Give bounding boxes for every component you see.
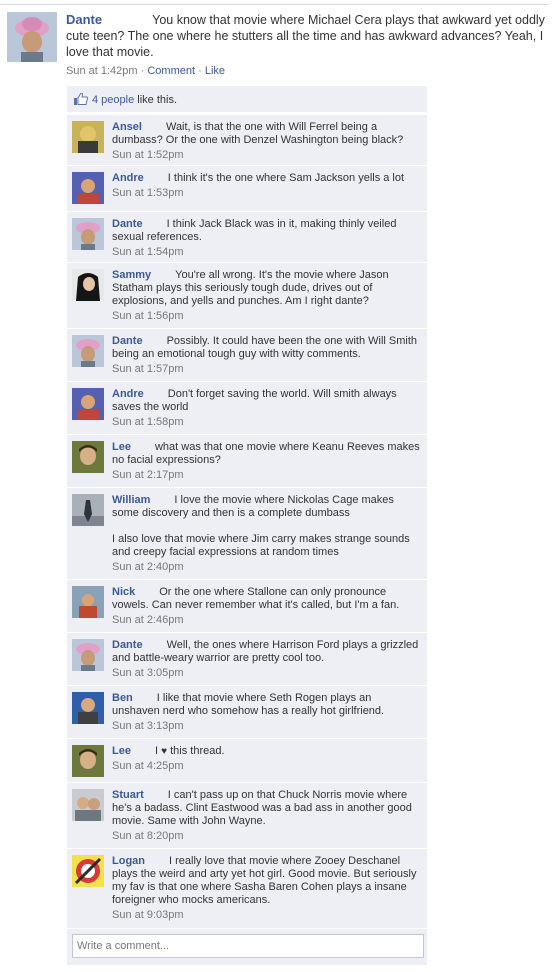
- comment-time: Sun at 3:05pm: [112, 667, 184, 679]
- comment-author-link[interactable]: Lee: [112, 745, 131, 757]
- avatar[interactable]: [72, 639, 104, 671]
- comment-item: Andre Don't forget saving the world. Will…: [67, 382, 427, 435]
- comment-item: Stuart I can't pass up on that Chuck Norr…: [67, 783, 427, 849]
- like-link[interactable]: Like: [205, 65, 225, 77]
- comment-time: Sun at 1:53pm: [112, 187, 184, 199]
- comment-time: Sun at 1:56pm: [112, 310, 184, 322]
- avatar[interactable]: [72, 121, 104, 153]
- comment-text: I: [154, 745, 159, 757]
- comment-text: I think it's the one where Sam Jackson y…: [167, 172, 405, 184]
- comment-text: You're all wrong. It's the movie where J…: [112, 269, 389, 307]
- likes-bar: 4 people like this.: [67, 86, 427, 113]
- comment-link[interactable]: Comment: [147, 65, 195, 77]
- comment-item: Sammy You're all wrong. It's the movie wh…: [67, 263, 427, 329]
- comment-item: Dante Well, the ones where Harrison Ford …: [67, 633, 427, 686]
- comment-time: Sun at 2:46pm: [112, 614, 184, 626]
- post-author-link[interactable]: Dante: [66, 12, 102, 27]
- thumbs-up-icon: [74, 93, 88, 105]
- comment-time: Sun at 1:58pm: [112, 416, 184, 428]
- avatar[interactable]: [72, 269, 104, 301]
- comment-text: I can't pass up on that Chuck Norris mov…: [112, 789, 412, 827]
- comment-item: Ben I like that movie where Seth Rogen pl…: [67, 686, 427, 739]
- comment-time: Sun at 1:57pm: [112, 363, 184, 375]
- comment-time: Sun at 2:17pm: [112, 469, 184, 481]
- comment-text: I like that movie where Seth Rogen plays…: [112, 692, 385, 717]
- reply-box: Write a comment...: [67, 929, 427, 965]
- comment-author-link[interactable]: Logan: [112, 855, 145, 867]
- comment-text-paragraph: I also love that movie where Jim carry m…: [112, 533, 410, 558]
- comment-author-link[interactable]: Dante: [112, 335, 143, 347]
- comment-time: Sun at 4:25pm: [112, 760, 184, 772]
- comment-time: Sun at 1:52pm: [112, 149, 184, 161]
- post-meta: Sun at 1:42pm · Comment · Like: [66, 65, 226, 77]
- avatar[interactable]: [72, 586, 104, 618]
- avatar[interactable]: [72, 692, 104, 724]
- comment-item: William I love the movie where Nickolas C…: [67, 488, 427, 580]
- comment-text: Well, the ones where Harrison Ford plays…: [112, 639, 419, 664]
- comment-time: Sun at 2:40pm: [112, 561, 184, 573]
- comment-time: Sun at 3:13pm: [112, 720, 184, 732]
- comment-time: Sun at 1:54pm: [112, 246, 184, 258]
- comment-text: Possibly. It could have been the one wit…: [112, 335, 418, 360]
- comment-item: Dante I think Jack Black was in it, makin…: [67, 212, 427, 263]
- comment-text: Wait, is that the one with Will Ferrel b…: [112, 121, 404, 146]
- post-time[interactable]: Sun at 1:42pm: [66, 65, 138, 77]
- comment-text: this thread.: [170, 745, 225, 757]
- comment-author-link[interactable]: Dante: [112, 639, 143, 651]
- comment-author-link[interactable]: Lee: [112, 441, 131, 453]
- comment-item: Nick Or the one where Stallone can only p…: [67, 580, 427, 633]
- comment-item: Lee what was that one movie where Keanu R…: [67, 435, 427, 488]
- comment-text: I really love that movie where Zooey Des…: [112, 855, 417, 906]
- likers-link[interactable]: 4 people: [92, 94, 134, 106]
- comment-author-link[interactable]: Stuart: [112, 789, 144, 801]
- comment-text: what was that one movie where Keanu Reev…: [112, 441, 420, 466]
- avatar[interactable]: [72, 441, 104, 473]
- avatar[interactable]: [72, 789, 104, 821]
- comment-item: Andre I think it's the one where Sam Jack…: [67, 166, 427, 212]
- comment-author-link[interactable]: Andre: [112, 388, 144, 400]
- comment-text: I love the movie where Nickolas Cage mak…: [112, 494, 394, 519]
- avatar[interactable]: [7, 12, 57, 62]
- comment-time: Sun at 8:20pm: [112, 830, 184, 842]
- comment-author-link[interactable]: Dante: [112, 218, 143, 230]
- comment-author-link[interactable]: Nick: [112, 586, 135, 598]
- likes-suffix: like this.: [137, 94, 178, 106]
- comment-item: Ansel Wait, is that the one with Will Fer…: [67, 115, 427, 166]
- comment-item: Logan I really love that movie where Zooe…: [67, 849, 427, 929]
- comment-item: Lee I ♥ this thread. Sun at 4:25pm: [67, 739, 427, 783]
- post-text: You know that movie where Michael Cera p…: [66, 13, 545, 59]
- avatar[interactable]: [72, 388, 104, 420]
- comment-author-link[interactable]: Ben: [112, 692, 133, 704]
- avatar[interactable]: [72, 494, 104, 526]
- avatar[interactable]: [72, 855, 104, 887]
- comment-text: Or the one where Stallone can only prono…: [112, 586, 400, 611]
- comment-author-link[interactable]: William: [112, 494, 150, 506]
- avatar[interactable]: [72, 218, 104, 250]
- avatar[interactable]: [72, 335, 104, 367]
- comment-time: Sun at 9:03pm: [112, 909, 184, 921]
- top-divider: [0, 4, 549, 5]
- avatar[interactable]: [72, 745, 104, 777]
- comment-item: Dante Possibly. It could have been the on…: [67, 329, 427, 382]
- comment-author-link[interactable]: Sammy: [112, 269, 151, 281]
- comment-author-link[interactable]: Ansel: [112, 121, 142, 133]
- heart-icon: ♥: [161, 746, 168, 757]
- avatar[interactable]: [72, 172, 104, 204]
- comment-author-link[interactable]: Andre: [112, 172, 144, 184]
- comment-text: Don't forget saving the world. Will smit…: [112, 388, 397, 413]
- comment-text: I think Jack Black was in it, making thi…: [112, 218, 397, 243]
- comment-input[interactable]: Write a comment...: [72, 934, 424, 958]
